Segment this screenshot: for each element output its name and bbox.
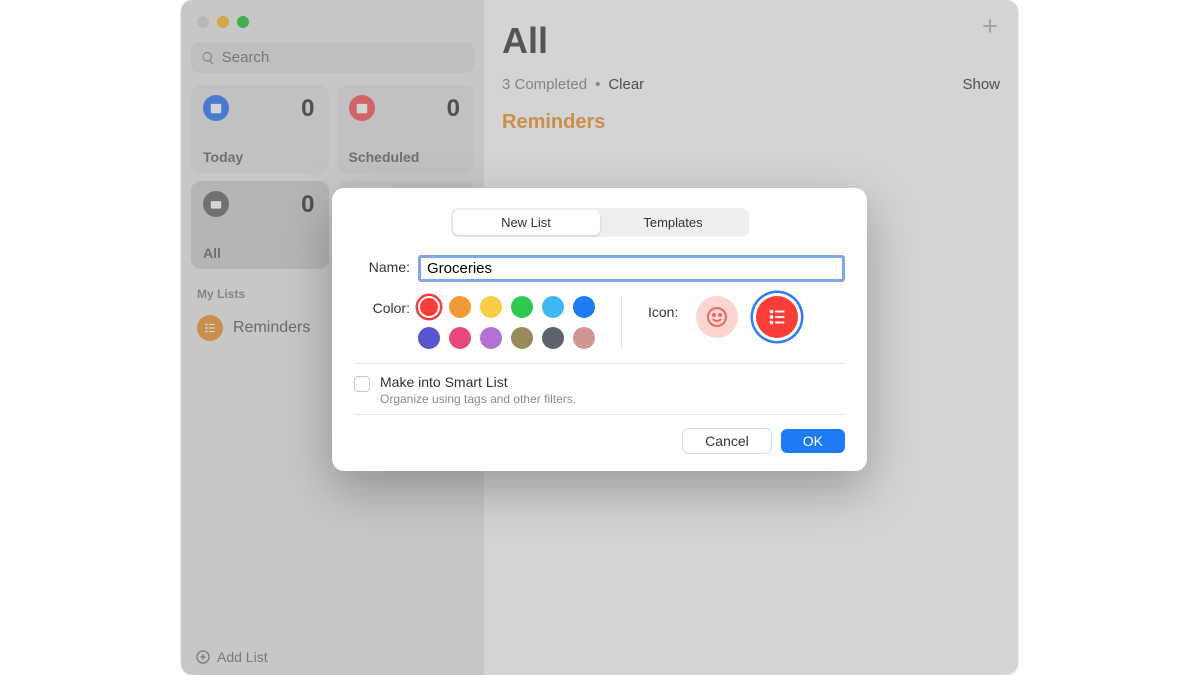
smart-list-checkbox[interactable] xyxy=(354,376,370,392)
icon-label: Icon: xyxy=(648,296,678,320)
tab-segmented-control: New List Templates xyxy=(451,208,749,237)
tab-new-list[interactable]: New List xyxy=(453,210,600,235)
color-swatch-11[interactable] xyxy=(573,327,595,349)
color-swatch-3[interactable] xyxy=(511,296,533,318)
vertical-divider xyxy=(621,296,622,349)
tab-templates[interactable]: Templates xyxy=(600,210,747,235)
list-bullet-icon xyxy=(766,306,788,328)
smart-list-option: Make into Smart List Organize using tags… xyxy=(354,374,845,406)
color-swatch-0[interactable] xyxy=(418,296,440,318)
color-label: Color: xyxy=(354,296,410,316)
name-label: Name: xyxy=(354,255,410,275)
color-swatch-7[interactable] xyxy=(449,327,471,349)
color-swatch-10[interactable] xyxy=(542,327,564,349)
color-swatch-8[interactable] xyxy=(480,327,502,349)
color-swatch-2[interactable] xyxy=(480,296,502,318)
color-swatch-1[interactable] xyxy=(449,296,471,318)
icon-option-emoji[interactable] xyxy=(696,296,738,338)
smiley-icon xyxy=(705,305,729,329)
color-swatch-4[interactable] xyxy=(542,296,564,318)
icon-option-list[interactable] xyxy=(756,296,798,338)
ok-button[interactable]: OK xyxy=(781,429,845,453)
smart-list-title: Make into Smart List xyxy=(380,374,576,390)
smart-list-subtitle: Organize using tags and other filters. xyxy=(380,392,576,406)
divider xyxy=(354,414,845,415)
new-list-sheet: New List Templates Name: Color: Icon: Ma… xyxy=(332,188,867,471)
color-swatch-5[interactable] xyxy=(573,296,595,318)
list-name-input[interactable] xyxy=(418,255,845,282)
color-swatch-6[interactable] xyxy=(418,327,440,349)
color-swatches xyxy=(418,296,595,349)
divider xyxy=(354,363,845,364)
cancel-button[interactable]: Cancel xyxy=(683,429,771,453)
color-swatch-9[interactable] xyxy=(511,327,533,349)
